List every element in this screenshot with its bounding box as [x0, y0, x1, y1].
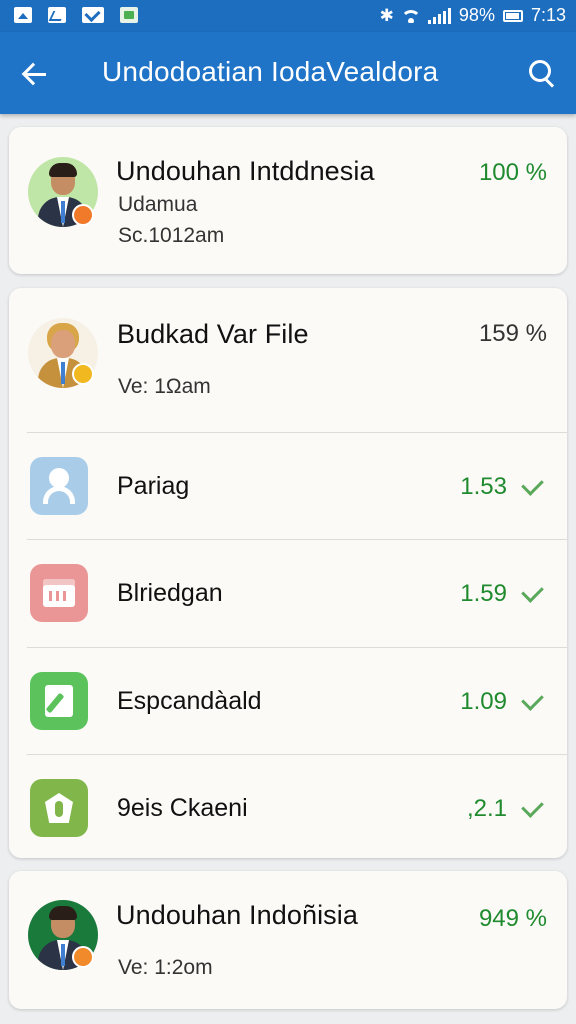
- check-icon: [521, 795, 544, 818]
- status-badge: [72, 204, 94, 226]
- check-icon: [521, 580, 544, 603]
- edit-icon: [30, 672, 88, 730]
- list-item-label: Pariag: [117, 472, 190, 500]
- status-bar: ✱ 98% 7:13: [0, 0, 576, 32]
- divider: [27, 647, 567, 648]
- list-item-label: Blriedgan: [117, 579, 223, 607]
- status-badge: [72, 946, 94, 968]
- card-version: Ve: 1Ωam: [118, 375, 211, 398]
- bluetooth-icon: ✱: [379, 5, 394, 25]
- list-item-label: 9eis Ckaeni: [117, 794, 248, 822]
- file-card: Budkad Var File Ve: 1Ωam 159 % Pariag 1.…: [9, 288, 567, 858]
- progress-percent: 100 %: [478, 159, 547, 186]
- leaf-icon: [30, 779, 88, 837]
- signal-icon: [427, 7, 451, 24]
- arrow-back-icon[interactable]: [16, 54, 56, 94]
- app-notification-icon: [120, 7, 138, 23]
- system-status: ✱ 98% 7:13: [380, 5, 566, 26]
- divider: [27, 432, 567, 433]
- card-title: Undouhan Intddnesia: [116, 156, 375, 186]
- photo-icon: [14, 7, 32, 23]
- card-time: Sc.1012am: [118, 224, 225, 247]
- page-title: Undodoatian IodaVealdora: [102, 56, 439, 87]
- battery-icon: [502, 9, 523, 22]
- list-item-value: 1.59: [460, 580, 507, 607]
- divider: [27, 539, 567, 540]
- search-icon[interactable]: [522, 54, 562, 94]
- progress-percent: 159 %: [478, 320, 547, 347]
- check-icon: [521, 473, 544, 496]
- card-subtitle: Udamua: [118, 193, 198, 216]
- app-bar: Undodoatian IodaVealdora: [0, 32, 576, 114]
- check-icon: [521, 688, 544, 711]
- notification-icons: [14, 7, 138, 23]
- card-title: Budkad Var File: [117, 319, 309, 349]
- divider: [27, 754, 567, 755]
- list-item-label: Espcandàald: [117, 687, 262, 715]
- progress-percent: 949 %: [478, 905, 547, 932]
- list-item-value: ,2.1: [466, 795, 507, 822]
- download-card-bottom[interactable]: Undouhan Indoñisia Ve: 1:2om 949 %: [9, 871, 567, 1009]
- battery-percent: 98%: [458, 5, 495, 25]
- download-card-top[interactable]: Undouhan Intddnesia Udamua Sc.1012am 100…: [9, 127, 567, 274]
- clock: 7:13: [530, 5, 566, 25]
- wifi-icon: [401, 9, 420, 23]
- card-title: Undouhan Indoñisia: [116, 900, 358, 930]
- list-item-value: 1.09: [460, 688, 507, 715]
- mail-icon: [82, 7, 104, 23]
- calendar-icon: [30, 564, 88, 622]
- list-item-value: 1.53: [460, 473, 507, 500]
- card-version: Ve: 1:2om: [118, 956, 213, 979]
- person-icon: [30, 457, 88, 515]
- status-badge: [72, 363, 94, 385]
- chart-icon: [48, 7, 66, 23]
